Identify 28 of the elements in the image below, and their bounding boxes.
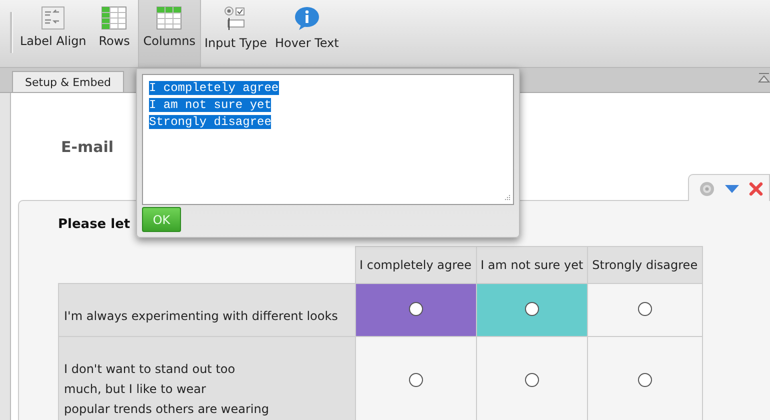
options-field[interactable]: I completely agree I am not sure yet Strongly disagree <box>142 74 514 205</box>
radio-button[interactable] <box>638 372 652 386</box>
resize-grip-icon[interactable] <box>503 194 511 202</box>
toolbar-button[interactable]: Rows <box>90 0 138 67</box>
radio-button[interactable] <box>638 302 652 316</box>
dropdown-triangle-icon[interactable] <box>725 185 739 193</box>
row-label: I don't want to stand out too much, but I like to wear popular trends others are wearing <box>58 336 355 420</box>
table-columns-icon <box>156 6 182 30</box>
column-header: Strongly disagree <box>588 246 702 284</box>
rows-icon <box>101 6 128 30</box>
toolbar-button[interactable]: Input Type <box>200 0 271 67</box>
field-label: E-mail <box>61 138 115 156</box>
column-header: I am not sure yet <box>476 246 588 284</box>
radio-button[interactable] <box>524 302 539 316</box>
column-header: I completely agree <box>355 246 476 284</box>
toolbar-button[interactable]: Columns <box>138 0 201 67</box>
label-align-icon <box>41 6 66 30</box>
radio-button[interactable] <box>408 372 423 386</box>
radio-button[interactable] <box>408 302 423 316</box>
close-icon[interactable] <box>749 182 763 196</box>
collapse-icon[interactable] <box>758 72 770 84</box>
row-label: I'm always experimenting with different looks <box>58 284 355 336</box>
radio-button[interactable] <box>524 372 539 386</box>
toolbar-button[interactable]: Hover Text <box>270 0 343 67</box>
info-icon <box>292 6 321 32</box>
question-title: Please let <box>58 217 130 232</box>
toolbar-button[interactable]: Label Align <box>16 0 90 67</box>
tab[interactable]: Setup & Embed <box>12 71 124 92</box>
